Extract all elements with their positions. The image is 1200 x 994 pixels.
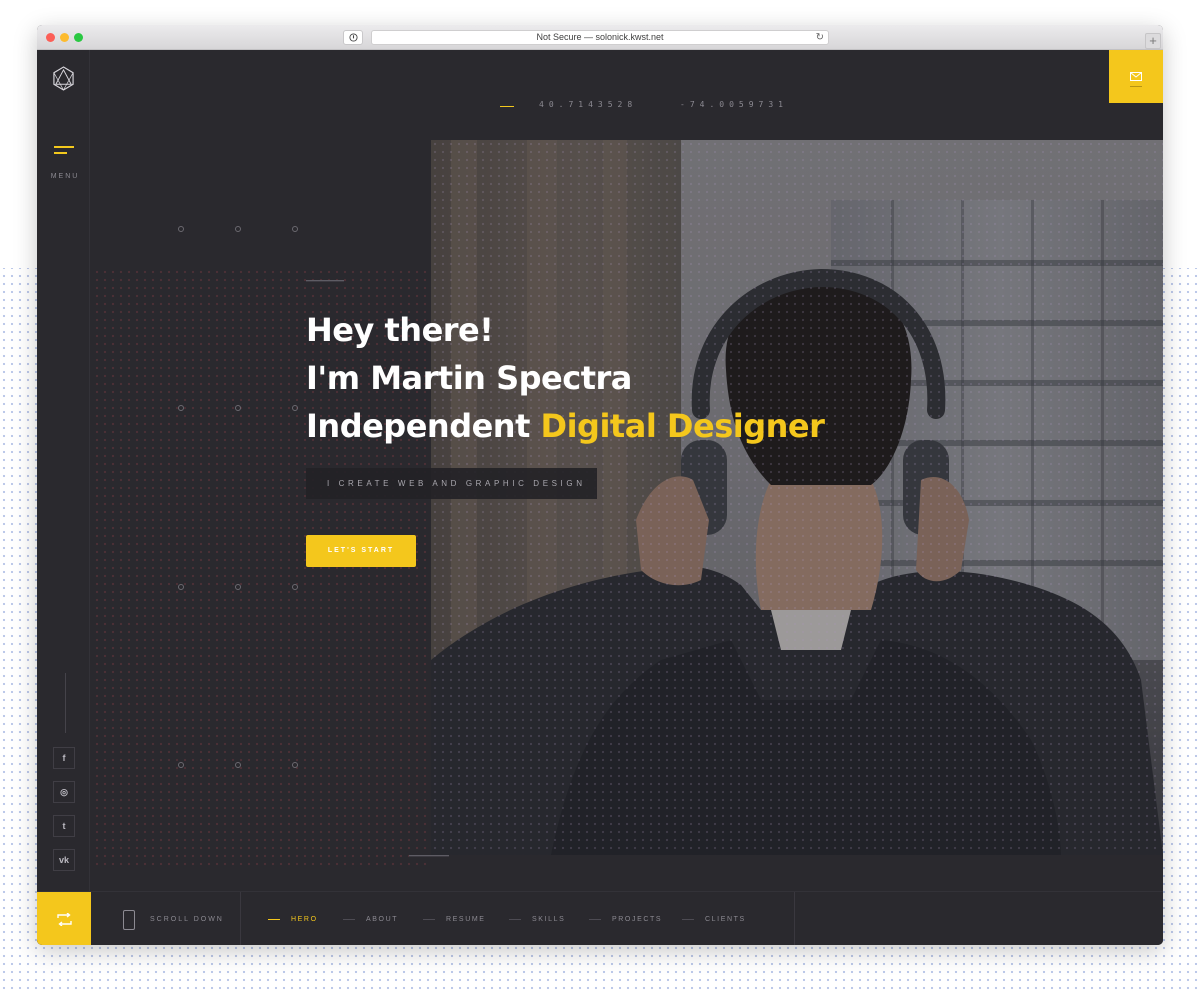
minimize-window-button[interactable] [60,33,69,42]
sidebar-divider [65,673,66,733]
swap-icon [56,912,72,926]
hero-title: Hey there! I'm Martin Spectra Independen… [306,306,866,450]
browser-window: Not Secure — solonick.kwst.net ↻ + MENU … [37,25,1163,945]
instagram-icon[interactable]: ◎ [53,781,75,803]
coordinates-accent-line [500,106,514,107]
photo-decor-line [409,855,449,857]
mouse-phone-icon [123,910,135,930]
hero-line-3: Independent Digital Designer [306,402,866,450]
nav-resume[interactable]: RESUME [423,916,486,923]
nav-hero[interactable]: HERO [268,916,318,923]
grid-dot [235,762,241,768]
facebook-icon[interactable]: f [53,747,75,769]
grid-dot [235,226,241,232]
nav-clients-label: CLIENTS [705,916,746,923]
grid-dot [178,762,184,768]
hero-line-3-prefix: Independent [306,407,541,445]
footer-divider [794,892,795,945]
top-bar: 40.7143528 -74.0059731 [91,50,1163,140]
grid-dot [178,584,184,590]
hero-line-1: Hey there! [306,311,494,349]
nav-clients[interactable]: CLIENTS [682,916,746,923]
grid-dot [292,762,298,768]
browser-titlebar: Not Secure — solonick.kwst.net ↻ + [37,25,1163,50]
address-bar[interactable]: Not Secure — solonick.kwst.net ↻ [371,30,829,45]
swap-button[interactable] [37,892,91,945]
footer-divider [240,892,241,945]
mail-icon [1130,72,1142,81]
nav-hero-label: HERO [291,916,318,923]
url-text: Not Secure — solonick.kwst.net [536,32,664,42]
hero-decor-line [306,280,344,282]
logo-icon[interactable] [52,66,75,96]
longitude-text: -74.0059731 [680,100,788,109]
nav-projects-label: PROJECTS [612,916,663,923]
grid-dot [235,584,241,590]
hero-tagline: I CREATE WEB AND GRAPHIC DESIGN [306,468,597,499]
privacy-shield-icon[interactable] [343,30,363,45]
hero-line-2: I'm Martin Spectra [306,359,632,397]
mail-button[interactable] [1109,50,1163,103]
grid-dot [235,405,241,411]
footer-bar: SCROLL DOWN HERO ABOUT RESUME SKILLS PRO… [37,891,1163,945]
sidebar: MENU f ◎ t vk [37,50,90,891]
grid-dot [178,405,184,411]
grid-dot [292,405,298,411]
nav-resume-label: RESUME [446,916,486,923]
menu-label[interactable]: MENU [37,173,93,180]
nav-skills[interactable]: SKILLS [509,916,565,923]
latitude-text: 40.7143528 [539,100,638,109]
grid-dot [292,226,298,232]
nav-about-label: ABOUT [366,916,399,923]
nav-projects[interactable]: PROJECTS [589,916,662,923]
scroll-down-link[interactable]: SCROLL DOWN [150,916,224,923]
menu-icon[interactable] [54,146,74,154]
lets-start-button[interactable]: LET'S START [306,535,416,567]
twitter-icon[interactable]: t [53,815,75,837]
new-tab-button[interactable]: + [1145,33,1161,49]
grid-dot [178,226,184,232]
nav-skills-label: SKILLS [532,916,566,923]
vk-icon[interactable]: vk [53,849,75,871]
grid-dot [292,584,298,590]
nav-about[interactable]: ABOUT [343,916,398,923]
close-window-button[interactable] [46,33,55,42]
maximize-window-button[interactable] [74,33,83,42]
reload-icon[interactable]: ↻ [816,32,824,44]
hero-line-3-accent: Digital Designer [540,407,825,445]
